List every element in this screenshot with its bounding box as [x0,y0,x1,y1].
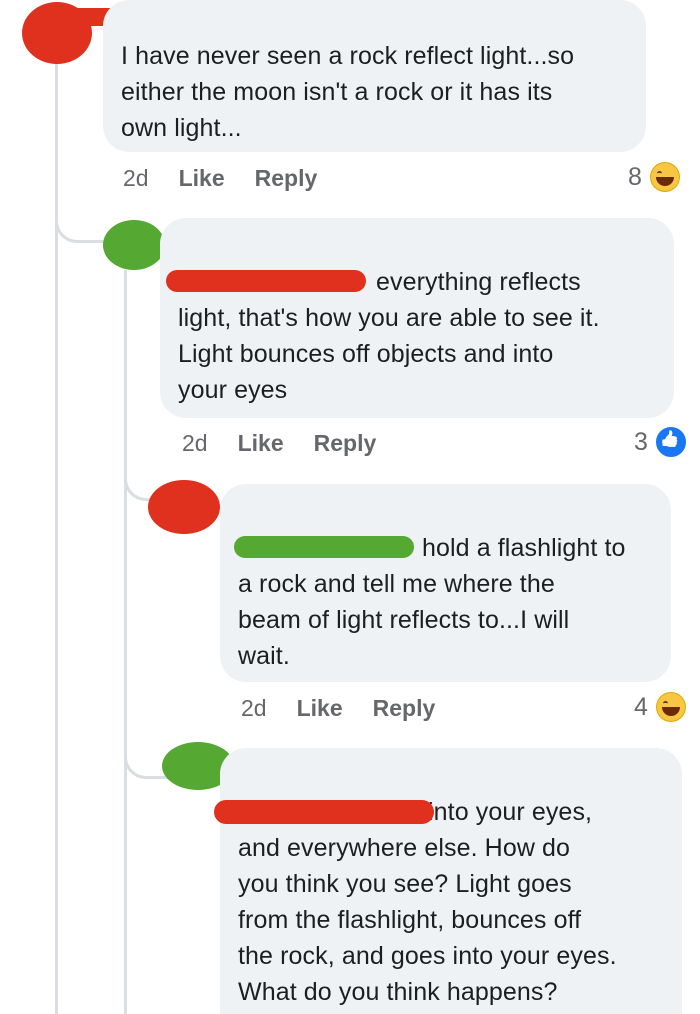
timestamp[interactable]: 2d [123,165,149,192]
avatar[interactable] [148,480,220,534]
thread-line-main [55,40,58,1014]
redacted-mention [234,536,414,558]
comment-actions: 2d Like Reply [241,691,465,725]
haha-reaction-icon [647,160,682,194]
comment-bubble: everything reflects light, that's how yo… [160,218,674,418]
reaction-count: 3 [634,427,648,456]
reaction-summary[interactable]: 4 [634,690,688,724]
reaction-count: 8 [628,162,642,191]
like-reaction-icon [653,425,688,459]
comment-text: into your eyes, and everywhere else. How… [238,798,617,1006]
comment-actions: 2d Like Reply [182,426,406,460]
comment-bubble: hold a flashlight to a rock and tell me … [220,484,671,682]
reaction-summary[interactable]: 3 [634,425,688,459]
thread-line-sub [124,270,127,1014]
reply-button[interactable]: Reply [255,165,318,192]
comment-bubble: I have never seen a rock reflect light..… [103,0,646,152]
haha-reaction-icon [653,690,688,724]
comment-text: I have never seen a rock reflect light..… [121,42,575,142]
reaction-count: 4 [634,692,648,721]
redacted-mention [166,270,366,292]
reaction-summary[interactable]: 8 [628,160,682,194]
timestamp[interactable]: 2d [241,695,267,722]
reply-button[interactable]: Reply [373,695,436,722]
timestamp[interactable]: 2d [182,430,208,457]
redacted-mention [214,800,434,824]
comment-bubble: into your eyes, and everywhere else. How… [214,748,682,1014]
reply-button[interactable]: Reply [314,430,377,457]
like-button[interactable]: Like [179,165,225,192]
like-button[interactable]: Like [238,430,284,457]
comment-actions: 2d Like Reply [123,161,347,195]
like-button[interactable]: Like [297,695,343,722]
